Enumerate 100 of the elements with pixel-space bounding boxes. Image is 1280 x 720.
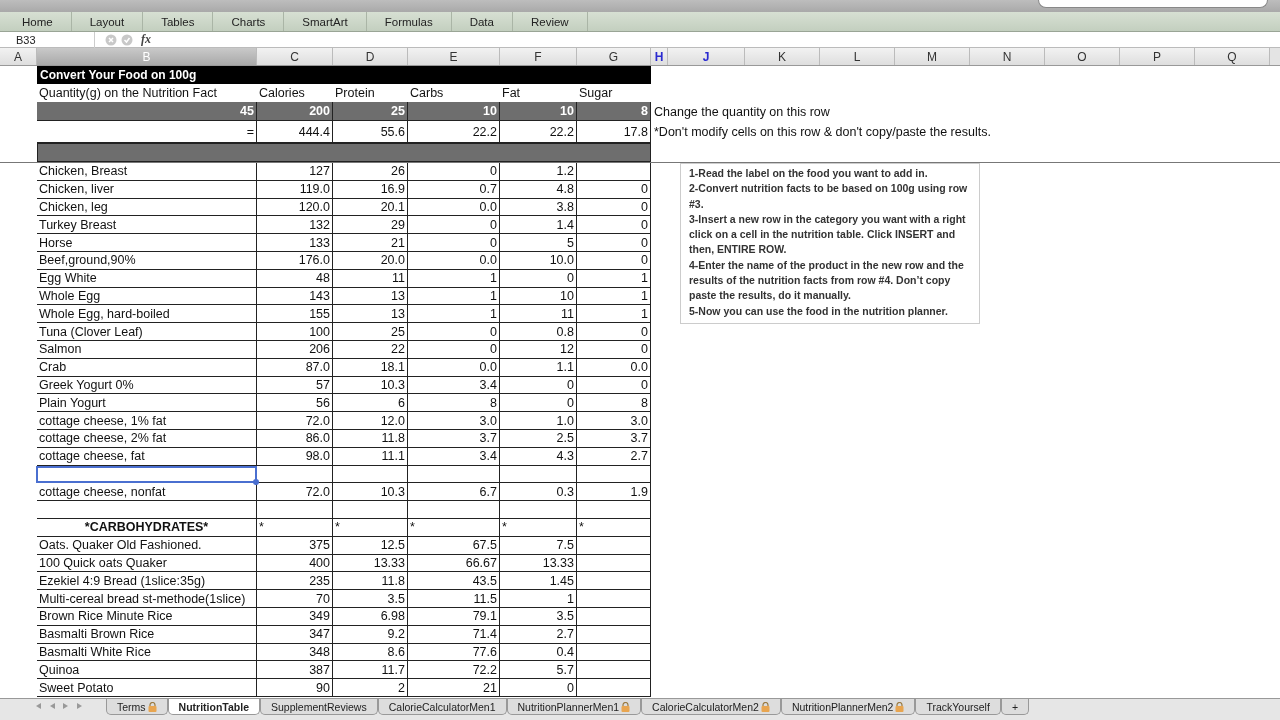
search-field[interactable] (1038, 0, 1268, 8)
table-cell: * (577, 518, 651, 537)
column-header[interactable]: L (820, 48, 895, 65)
table-cell: 0 (500, 394, 577, 413)
table-cell: 1.4 (500, 216, 577, 235)
quantity-cell[interactable]: 25 (333, 102, 408, 121)
table-cell: Ezekiel 4:9 Bread (1slice:35g) (37, 572, 257, 591)
table-cell: 10.0 (500, 252, 577, 270)
table-cell: 11 (333, 269, 408, 288)
ribbon-tab[interactable]: Formulas (366, 12, 452, 31)
table-cell: 3.0 (577, 412, 651, 430)
column-header[interactable]: E (408, 48, 500, 65)
instruction-text: 3-Insert a new row in the category you want with a right click on a cell in the nutrition table. Click INSERT and then, ENTIRE ROW. (689, 211, 967, 258)
function-button[interactable]: fx (141, 32, 151, 47)
column-header[interactable]: F (500, 48, 577, 65)
column-label: Fat (501, 85, 522, 102)
table-cell: 12.5 (333, 536, 408, 555)
quantity-cell[interactable]: 10 (408, 102, 500, 121)
table-cell: cottage cheese, nonfat (37, 483, 257, 502)
ribbon-tab[interactable]: Charts (213, 12, 285, 31)
table-cell: 18.1 (333, 358, 408, 377)
sheet-tab[interactable]: SupplementReviews (260, 699, 378, 715)
selected-cell[interactable] (36, 465, 257, 484)
table-cell: Horse (37, 234, 257, 252)
table-cell: 8.6 (333, 643, 408, 662)
table-cell: 72.0 (257, 483, 333, 502)
ribbon-tab[interactable]: Layout (71, 12, 144, 31)
table-cell: 22 (333, 340, 408, 359)
column-header[interactable]: J (668, 48, 745, 65)
table-cell: 1.0 (500, 412, 577, 430)
table-cell: 0 (577, 252, 651, 270)
table-cell: 119.0 (257, 180, 333, 199)
quantity-cell[interactable]: 10 (500, 102, 577, 121)
column-header[interactable]: P (1120, 48, 1195, 65)
column-header[interactable]: Q (1195, 48, 1270, 65)
table-cell: 0.7 (408, 180, 500, 199)
table-cell: 0 (577, 376, 651, 395)
table-cell: 2.7 (577, 447, 651, 466)
table-cell: 13 (333, 287, 408, 306)
column-header[interactable]: K (745, 48, 820, 65)
table-cell: Basmalti White Rice (37, 643, 257, 662)
column-header[interactable]: A (0, 48, 37, 65)
table-cell: 0 (500, 679, 577, 697)
sheet-tab[interactable]: NutritionTable (167, 699, 260, 715)
ribbon-tab[interactable]: Data (451, 12, 513, 31)
table-cell: 0 (577, 180, 651, 199)
sheet-tab[interactable]: Terms (106, 699, 168, 715)
column-header[interactable]: M (895, 48, 970, 65)
table-cell: 11.8 (333, 572, 408, 591)
column-header[interactable]: N (970, 48, 1045, 65)
table-cell: 375 (257, 536, 333, 555)
table-cell: 176.0 (257, 252, 333, 270)
ribbon-tab[interactable]: Review (512, 12, 588, 31)
quantity-cell[interactable]: 8 (577, 102, 651, 121)
sheet-tab[interactable]: CalorieCalculatorMen2 (641, 699, 781, 715)
table-cell: 26 (333, 163, 408, 181)
table-cell: 348 (257, 643, 333, 662)
table-cell: Sweet Potato (37, 679, 257, 697)
table-cell: Turkey Breast (37, 216, 257, 235)
table-cell: 1 (577, 269, 651, 288)
ribbon-tab[interactable]: Tables (143, 12, 214, 31)
table-cell: Multi-cereal bread st-methode(1slice) (37, 590, 257, 608)
table-cell: Whole Egg (37, 287, 257, 306)
instruction-text: 1-Read the label on the food you want to add in. (689, 166, 929, 181)
cancel-icon[interactable] (105, 33, 117, 46)
ribbon-tab[interactable]: SmartArt (284, 12, 367, 31)
table-cell: Brown Rice Minute Rice (37, 607, 257, 626)
table-cell: * (500, 518, 577, 537)
column-label: Protein (334, 85, 376, 102)
table-cell: * (408, 518, 500, 537)
column-header[interactable]: O (1045, 48, 1120, 65)
table-cell: 9.2 (333, 625, 408, 644)
column-header[interactable]: D (333, 48, 408, 65)
sheet-tab-label: TrackYourself (926, 700, 990, 713)
ribbon-tab[interactable]: Home (4, 12, 72, 31)
confirm-icon[interactable] (121, 33, 133, 46)
table-cell: Chicken, leg (37, 198, 257, 217)
table-cell: 11.1 (333, 447, 408, 466)
column-header[interactable]: C (257, 48, 333, 65)
sheet-tab[interactable]: NutritionPlannerMen1 (506, 699, 642, 715)
column-label: Carbs (409, 85, 445, 102)
column-header[interactable]: H (651, 48, 668, 65)
table-cell: cottage cheese, 1% fat (37, 412, 257, 430)
add-sheet-button[interactable]: + (1000, 699, 1029, 715)
name-box[interactable]: B33 (0, 31, 95, 48)
column-header[interactable]: G (577, 48, 651, 65)
table-cell: 3.4 (408, 376, 500, 395)
sheet-tab[interactable]: CalorieCalculatorMen1 (377, 699, 507, 715)
table-cell: 72.0 (257, 412, 333, 430)
table-cell: 0 (577, 198, 651, 217)
table-cell: cottage cheese, fat (37, 447, 257, 466)
table-cell: 8 (408, 394, 500, 413)
sheet-tab[interactable]: TrackYourself (915, 699, 1001, 715)
table-cell: 0 (408, 234, 500, 252)
sheet-tab[interactable]: NutritionPlannerMen2 (780, 699, 916, 715)
table-cell: cottage cheese, 2% fat (37, 429, 257, 448)
quantity-cell[interactable]: 200 (257, 102, 333, 121)
table-cell: 2 (333, 679, 408, 697)
quantity-cell[interactable]: 45 (37, 102, 257, 121)
table-cell: 72.2 (408, 661, 500, 680)
